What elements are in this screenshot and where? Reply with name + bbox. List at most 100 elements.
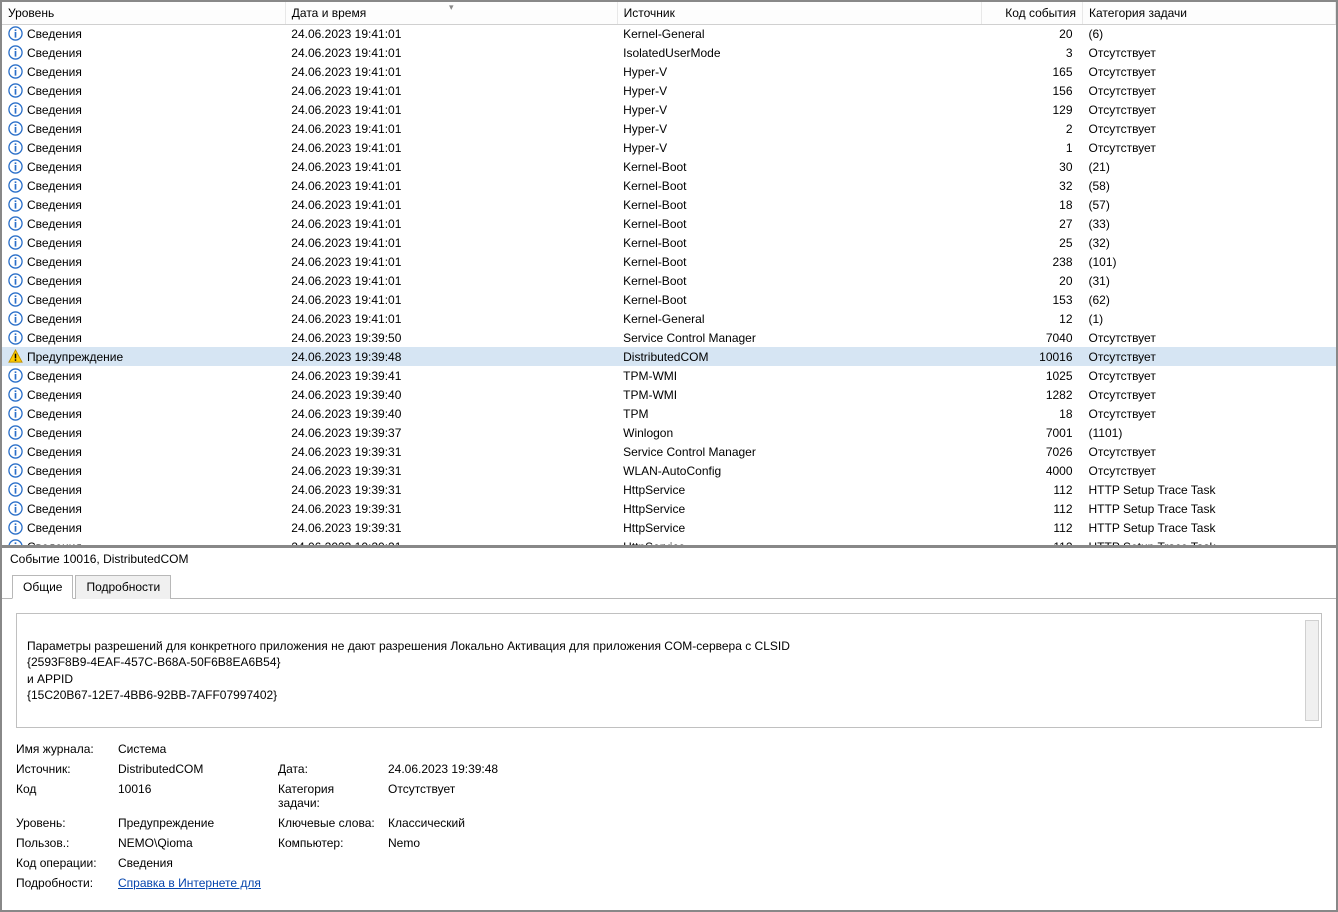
info-icon [8,501,23,516]
column-header-source[interactable]: Источник [617,2,981,24]
event-level-text: Сведения [27,540,82,548]
info-icon [8,159,23,174]
event-source: Hyper-V [617,138,981,157]
event-id: 165 [981,62,1082,81]
event-category: Отсутствует [1083,385,1336,404]
event-level-text: Сведения [27,483,82,497]
table-row[interactable]: Сведения24.06.2023 19:41:01Hyper-V2Отсут… [2,119,1336,138]
table-row[interactable]: Сведения24.06.2023 19:41:01Kernel-Boot23… [2,252,1336,271]
event-category: (58) [1083,176,1336,195]
event-level-text: Сведения [27,122,82,136]
event-id: 3 [981,43,1082,62]
event-datetime: 24.06.2023 19:41:01 [285,138,617,157]
label-date: Дата: [278,762,378,776]
info-icon [8,121,23,136]
table-row[interactable]: Сведения24.06.2023 19:39:50Service Contr… [2,328,1336,347]
event-datetime: 24.06.2023 19:41:01 [285,195,617,214]
event-level-text: Сведения [27,27,82,41]
table-row[interactable]: Сведения24.06.2023 19:41:01IsolatedUserM… [2,43,1336,62]
table-row[interactable]: Сведения24.06.2023 19:39:40TPM-WMI1282От… [2,385,1336,404]
event-level-text: Сведения [27,179,82,193]
event-datetime: 24.06.2023 19:41:01 [285,271,617,290]
info-icon [8,311,23,326]
column-header-level[interactable]: Уровень [2,2,285,24]
table-row[interactable]: Сведения24.06.2023 19:39:37Winlogon7001(… [2,423,1336,442]
table-row[interactable]: Сведения24.06.2023 19:39:31HttpService11… [2,499,1336,518]
event-datetime: 24.06.2023 19:39:31 [285,461,617,480]
tab-general[interactable]: Общие [12,575,73,599]
column-header-eventid[interactable]: Код события [981,2,1082,24]
table-row[interactable]: Сведения24.06.2023 19:39:31HttpService11… [2,518,1336,537]
event-list-pane[interactable]: Уровень Дата и время▾ Источник Код событ… [2,2,1336,548]
table-row[interactable]: Сведения24.06.2023 19:41:01Kernel-Boot32… [2,176,1336,195]
table-row[interactable]: Сведения24.06.2023 19:41:01Kernel-Boot25… [2,233,1336,252]
table-row[interactable]: Сведения24.06.2023 19:39:40TPM18Отсутств… [2,404,1336,423]
event-level-text: Сведения [27,141,82,155]
table-row[interactable]: Сведения24.06.2023 10:20:21HttpService11… [2,537,1336,548]
column-header-row: Уровень Дата и время▾ Источник Код событ… [2,2,1336,24]
table-row[interactable]: Сведения24.06.2023 19:39:31WLAN-AutoConf… [2,461,1336,480]
table-row[interactable]: Сведения24.06.2023 19:41:01Hyper-V165Отс… [2,62,1336,81]
event-level-text: Сведения [27,274,82,288]
event-category: (1) [1083,309,1336,328]
table-row[interactable]: Сведения24.06.2023 19:41:01Hyper-V129Отс… [2,100,1336,119]
event-id: 32 [981,176,1082,195]
table-row[interactable]: Сведения24.06.2023 19:41:01Kernel-Boot30… [2,157,1336,176]
info-icon [8,520,23,535]
table-row[interactable]: Сведения24.06.2023 19:41:01Hyper-V1Отсут… [2,138,1336,157]
table-row[interactable]: Сведения24.06.2023 19:41:01Kernel-Boot18… [2,195,1336,214]
event-id: 112 [981,537,1082,548]
table-row[interactable]: Сведения24.06.2023 19:41:01Kernel-Genera… [2,309,1336,328]
event-source: TPM-WMI [617,366,981,385]
label-opcode: Код операции: [16,856,108,870]
column-header-datetime[interactable]: Дата и время▾ [285,2,617,24]
label-level: Уровень: [16,816,108,830]
event-level-text: Сведения [27,84,82,98]
table-row[interactable]: Сведения24.06.2023 19:41:01Hyper-V156Отс… [2,81,1336,100]
info-icon [8,140,23,155]
event-datetime: 24.06.2023 19:39:40 [285,404,617,423]
info-icon [8,83,23,98]
value-computer: Nemo [388,836,588,850]
info-icon [8,235,23,250]
event-level-text: Сведения [27,464,82,478]
event-id: 20 [981,24,1082,43]
info-icon [8,254,23,269]
table-row[interactable]: Сведения24.06.2023 19:41:01Kernel-Boot27… [2,214,1336,233]
event-source: TPM-WMI [617,385,981,404]
event-table: Уровень Дата и время▾ Источник Код событ… [2,2,1336,548]
table-row[interactable]: Сведения24.06.2023 19:41:01Kernel-Genera… [2,24,1336,43]
event-datetime: 24.06.2023 19:39:31 [285,499,617,518]
event-category: HTTP Setup Trace Task [1083,537,1336,548]
event-category: Отсутствует [1083,328,1336,347]
event-source: Kernel-Boot [617,157,981,176]
table-row[interactable]: Сведения24.06.2023 19:39:31Service Contr… [2,442,1336,461]
description-scrollbar[interactable] [1305,620,1319,721]
event-detail-pane: Событие 10016, DistributedCOM Общие Подр… [2,548,1336,910]
event-category: Отсутствует [1083,366,1336,385]
value-level: Предупреждение [118,816,268,830]
event-source: Winlogon [617,423,981,442]
event-level-text: Сведения [27,502,82,516]
table-row[interactable]: Сведения24.06.2023 19:39:41TPM-WMI1025От… [2,366,1336,385]
column-header-category[interactable]: Категория задачи [1083,2,1336,24]
event-source: HttpService [617,499,981,518]
event-level-text: Сведения [27,312,82,326]
event-id: 18 [981,404,1082,423]
event-source: Kernel-Boot [617,214,981,233]
event-level-text: Сведения [27,65,82,79]
tab-details[interactable]: Подробности [75,575,171,599]
warning-icon [8,349,23,364]
event-category: Отсутствует [1083,138,1336,157]
table-row[interactable]: Сведения24.06.2023 19:41:01Kernel-Boot15… [2,290,1336,309]
event-datetime: 24.06.2023 19:41:01 [285,214,617,233]
table-row[interactable]: Сведения24.06.2023 19:41:01Kernel-Boot20… [2,271,1336,290]
table-row[interactable]: Сведения24.06.2023 19:39:31HttpService11… [2,480,1336,499]
info-icon [8,368,23,383]
table-row[interactable]: Предупреждение24.06.2023 19:39:48Distrib… [2,347,1336,366]
help-online-link[interactable]: Справка в Интернете для [118,876,261,890]
event-source: HttpService [617,537,981,548]
detail-tabs: Общие Подробности [2,574,1336,599]
info-icon [8,178,23,193]
event-id: 156 [981,81,1082,100]
